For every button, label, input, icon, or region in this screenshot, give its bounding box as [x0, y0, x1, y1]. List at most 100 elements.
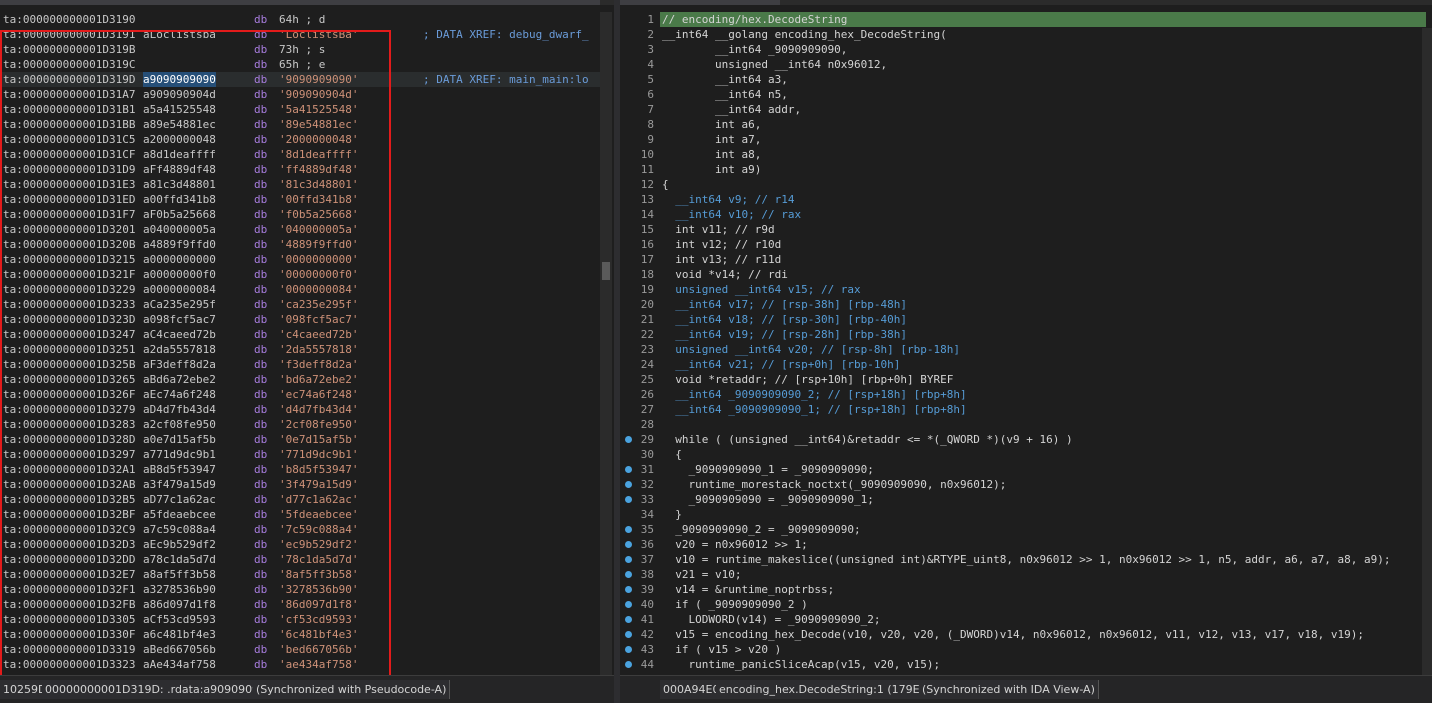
code-line[interactable]: 32 runtime_morestack_noctxt(_9090909090,… [620, 477, 1420, 492]
code-line[interactable]: 38 v21 = v10; [620, 567, 1420, 582]
code-line[interactable]: 4 unsigned __int64 n0x96012, [620, 57, 1420, 72]
code-text[interactable]: int a9) [662, 162, 761, 177]
code-text[interactable]: LODWORD(v14) = _9090909090_2; [662, 612, 880, 627]
code-text[interactable]: v20 = n0x96012 >> 1; [662, 537, 807, 552]
code-text[interactable]: v10 = runtime_makeslice((unsigned int)&R… [662, 552, 1390, 567]
code-line[interactable]: 14 __int64 v10; // rax [620, 207, 1420, 222]
code-line[interactable]: 17 int v13; // r11d [620, 252, 1420, 267]
code-line[interactable]: 23 unsigned __int64 v20; // [rsp-8h] [rb… [620, 342, 1420, 357]
code-text[interactable]: int a6, [662, 117, 761, 132]
row-directive[interactable]: db [254, 12, 267, 27]
code-line[interactable]: 34 } [620, 507, 1420, 522]
code-text[interactable]: __int64 v18; // [rsp-30h] [rbp-40h] [662, 312, 907, 327]
code-line[interactable]: 36 v20 = n0x96012 >> 1; [620, 537, 1420, 552]
code-text[interactable]: } [662, 507, 682, 522]
code-text[interactable]: __int64 v21; // [rsp+0h] [rbp-10h] [662, 357, 900, 372]
row-xref-comment[interactable]: ; DATA XREF: main_main:lo [423, 72, 589, 87]
pseudocode-pane[interactable]: 1 // encoding/hex.DecodeString 2 __int64 __… [620, 0, 1432, 703]
code-line[interactable]: 20 __int64 v17; // [rsp-38h] [rbp-48h] [620, 297, 1420, 312]
code-text[interactable]: v14 = &runtime_noptrbss; [662, 582, 834, 597]
code-line[interactable]: 5 __int64 a3, [620, 72, 1420, 87]
code-line[interactable]: 26 __int64 _9090909090_2; // [rsp+18h] [… [620, 387, 1420, 402]
code-line[interactable]: 29 while ( (unsigned __int64)&retaddr <=… [620, 432, 1420, 447]
code-line[interactable]: 16 int v12; // r10d [620, 237, 1420, 252]
code-line[interactable]: 22 __int64 v19; // [rsp-28h] [rbp-38h] [620, 327, 1420, 342]
code-line[interactable]: 39 v14 = &runtime_noptrbss; [620, 582, 1420, 597]
code-line[interactable]: 37 v10 = runtime_makeslice((unsigned int… [620, 552, 1420, 567]
code-text[interactable]: // encoding/hex.DecodeString [662, 12, 847, 27]
listing-row[interactable]: ta:000000000001D3190 db 64h ; d [0, 12, 600, 27]
code-text[interactable]: __int64 _9090909090_1; // [rsp+18h] [rbp… [662, 402, 966, 417]
code-line[interactable]: 40 if ( _9090909090_2 ) [620, 597, 1420, 612]
code-text[interactable]: _9090909090_2 = _9090909090; [662, 522, 860, 537]
code-line[interactable]: 42 v15 = encoding_hex_Decode(v10, v20, v… [620, 627, 1420, 642]
code-line[interactable]: 24 __int64 v21; // [rsp+0h] [rbp-10h] [620, 357, 1420, 372]
code-text[interactable]: int v13; // r11d [662, 252, 781, 267]
pseudocode-tab[interactable] [620, 0, 780, 5]
right-vertical-scrollbar[interactable] [1422, 28, 1432, 676]
code-text[interactable]: if ( _9090909090_2 ) [662, 597, 807, 612]
code-text[interactable]: __int64 _9090909090, [662, 42, 847, 57]
ida-view-pane[interactable]: ta:000000000001D3190 db 64h ; d ta:00000000… [0, 0, 614, 703]
code-text[interactable]: while ( (unsigned __int64)&retaddr <= *(… [662, 432, 1072, 447]
code-line[interactable]: 11 int a9) [620, 162, 1420, 177]
code-text[interactable]: { [662, 177, 669, 192]
code-line[interactable]: 44 runtime_panicSliceAcap(v15, v20, v15)… [620, 657, 1420, 672]
row-value[interactable]: 64h ; d [279, 12, 325, 27]
code-text[interactable]: v15 = encoding_hex_Decode(v10, v20, v20,… [662, 627, 1364, 642]
code-text[interactable]: int v12; // r10d [662, 237, 781, 252]
left-tab-strip[interactable] [0, 0, 614, 5]
code-line[interactable]: 25 void *retaddr; // [rsp+10h] [rbp+0h] … [620, 372, 1420, 387]
row-address[interactable]: ta:000000000001D3190 [3, 12, 135, 27]
code-text[interactable]: runtime_morestack_noctxt(_9090909090, n0… [662, 477, 1006, 492]
code-text[interactable]: void *v14; // rdi [662, 267, 788, 282]
code-line[interactable]: 19 unsigned __int64 v15; // rax [620, 282, 1420, 297]
code-text[interactable]: __int64 a3, [662, 72, 788, 87]
code-line[interactable]: 8 int a6, [620, 117, 1420, 132]
code-text[interactable]: { [662, 447, 682, 462]
code-text[interactable]: __int64 v19; // [rsp-28h] [rbp-38h] [662, 327, 907, 342]
code-line[interactable]: 2 __int64 __golang encoding_hex_DecodeStr… [620, 27, 1420, 42]
code-text[interactable]: unsigned __int64 v20; // [rsp-8h] [rbp-1… [662, 342, 960, 357]
code-line[interactable]: 28 [620, 417, 1420, 432]
code-line[interactable]: 12 { [620, 177, 1420, 192]
code-text[interactable]: __int64 v10; // rax [662, 207, 801, 222]
code-line[interactable]: 3 __int64 _9090909090, [620, 42, 1420, 57]
code-text[interactable]: runtime_panicSliceAcap(v15, v20, v15); [662, 657, 940, 672]
code-text[interactable]: unsigned __int64 v15; // rax [662, 282, 860, 297]
code-text[interactable]: if ( v15 > v20 ) [662, 642, 781, 657]
code-line[interactable]: 13 __int64 v9; // r14 [620, 192, 1420, 207]
ida-view-tab[interactable] [0, 0, 600, 5]
code-text[interactable]: _9090909090 = _9090909090_1; [662, 492, 873, 507]
code-line[interactable]: 30 { [620, 447, 1420, 462]
code-line[interactable]: 18 void *v14; // rdi [620, 267, 1420, 282]
code-line[interactable]: 9 int a7, [620, 132, 1420, 147]
code-line[interactable]: 35 _9090909090_2 = _9090909090; [620, 522, 1420, 537]
code-line[interactable]: 41 LODWORD(v14) = _9090909090_2; [620, 612, 1420, 627]
code-text[interactable]: int a7, [662, 132, 761, 147]
right-tab-strip[interactable] [620, 0, 1432, 5]
code-text[interactable]: int v11; // r9d [662, 222, 774, 237]
code-text[interactable]: int a8, [662, 147, 761, 162]
code-line[interactable]: 43 if ( v15 > v20 ) [620, 642, 1420, 657]
code-line[interactable]: 6 __int64 n5, [620, 87, 1420, 102]
code-line[interactable]: 31 _9090909090_1 = _9090909090; [620, 462, 1420, 477]
code-text[interactable]: __int64 n5, [662, 87, 788, 102]
code-text[interactable]: unsigned __int64 n0x96012, [662, 57, 887, 72]
code-line[interactable]: 33 _9090909090 = _9090909090_1; [620, 492, 1420, 507]
code-line[interactable]: 15 int v11; // r9d [620, 222, 1420, 237]
code-text[interactable]: _9090909090_1 = _9090909090; [662, 462, 873, 477]
row-xref-comment[interactable]: ; DATA XREF: debug_dwarf_ [423, 27, 589, 42]
code-text[interactable]: __int64 _9090909090_2; // [rsp+18h] [rbp… [662, 387, 966, 402]
code-line[interactable]: 7 __int64 addr, [620, 102, 1420, 117]
code-line[interactable]: 21 __int64 v18; // [rsp-30h] [rbp-40h] [620, 312, 1420, 327]
code-text[interactable]: __int64 v9; // r14 [662, 192, 794, 207]
code-text[interactable]: v21 = v10; [662, 567, 741, 582]
code-line[interactable]: 1 // encoding/hex.DecodeString [620, 12, 1420, 27]
code-text[interactable]: void *retaddr; // [rsp+10h] [rbp+0h] BYR… [662, 372, 953, 387]
code-line[interactable]: 27 __int64 _9090909090_1; // [rsp+18h] [… [620, 402, 1420, 417]
code-text[interactable]: __int64 addr, [662, 102, 801, 117]
code-line[interactable]: 10 int a8, [620, 147, 1420, 162]
code-text[interactable]: __int64 __golang encoding_hex_DecodeStri… [662, 27, 947, 42]
code-text[interactable]: __int64 v17; // [rsp-38h] [rbp-48h] [662, 297, 907, 312]
